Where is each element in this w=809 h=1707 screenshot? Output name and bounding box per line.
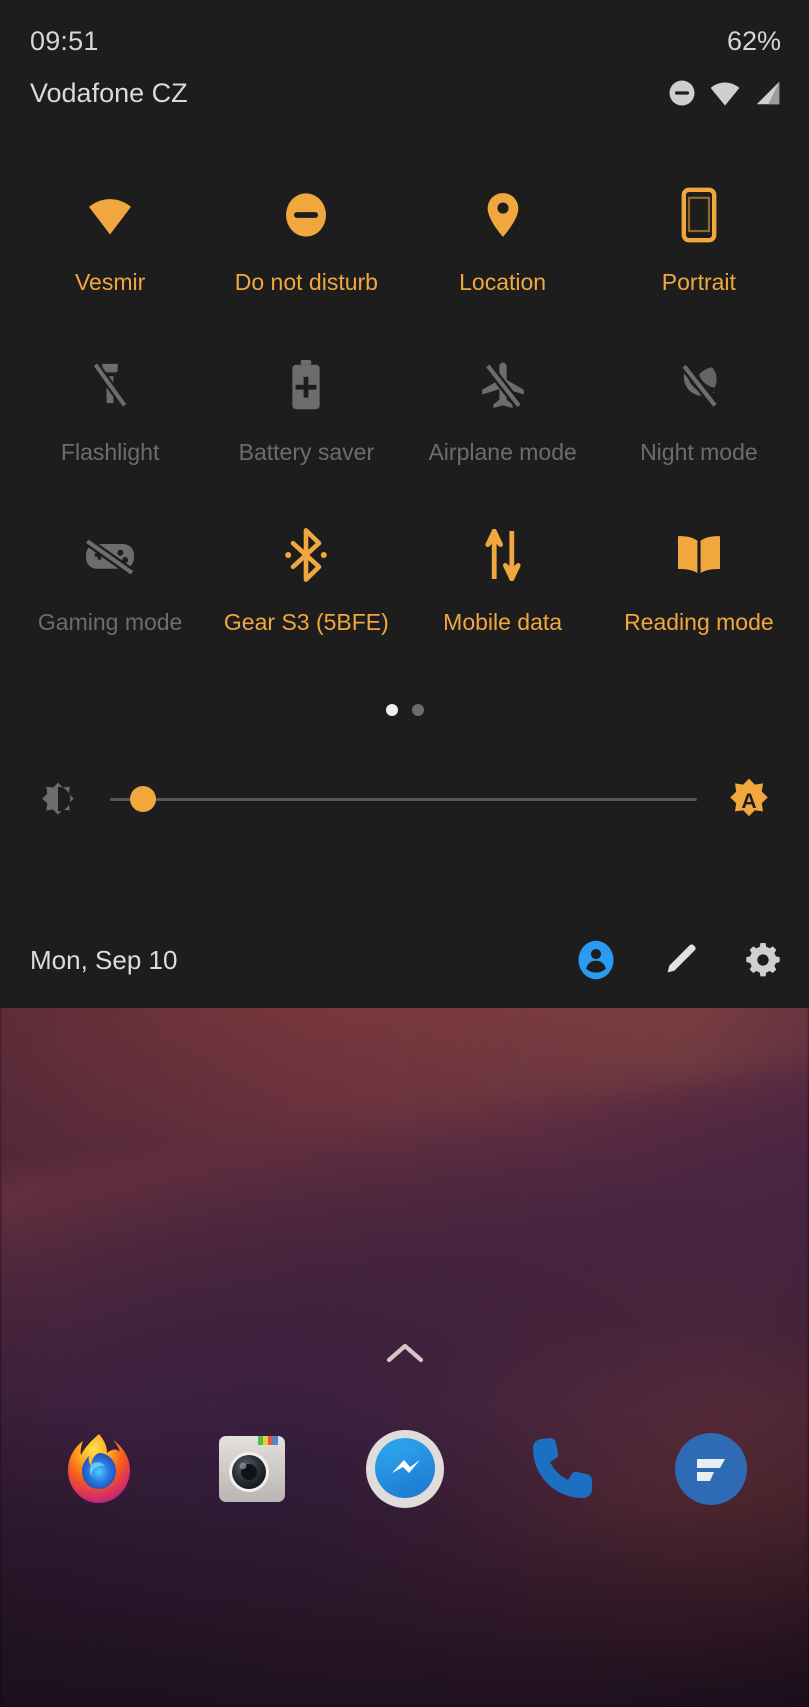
auto-brightness-icon[interactable]: A xyxy=(719,773,779,825)
data-arrows-icon xyxy=(481,526,525,584)
quick-settings-footer: Mon, Sep 10 xyxy=(0,912,809,1008)
rotation-phone-icon xyxy=(678,186,720,244)
brightness-slider-row: A xyxy=(0,764,809,834)
status-bar: 09:51 62% Vodafone CZ xyxy=(0,0,809,130)
dock xyxy=(0,1422,809,1516)
tile-label: Reading mode xyxy=(624,609,774,635)
tile-label: Night mode xyxy=(640,439,758,465)
status-bar-icons xyxy=(667,78,783,108)
brightness-slider[interactable] xyxy=(102,779,697,819)
tile-label: Do not disturb xyxy=(234,269,378,295)
tile-label: Airplane mode xyxy=(428,439,577,465)
airplane-off-icon xyxy=(477,356,529,414)
tile-location[interactable]: Location xyxy=(405,172,601,342)
tile-label: Gaming mode xyxy=(37,609,183,635)
wifi-icon xyxy=(710,82,740,106)
quick-settings-tiles: Vesmir Do not disturb Location Portrait … xyxy=(0,130,809,682)
signal-icon xyxy=(756,81,780,105)
tile-row: Vesmir Do not disturb Location Portrait xyxy=(12,172,797,342)
gamepad-off-icon xyxy=(82,526,138,584)
wifi-icon xyxy=(84,186,136,244)
flamingo-icon xyxy=(668,1426,754,1512)
qs-footer-actions xyxy=(575,939,783,981)
app-drawer-handle[interactable] xyxy=(0,1340,809,1366)
tile-reading-mode[interactable]: Reading mode xyxy=(601,512,797,682)
status-carrier-name: Vodafone CZ xyxy=(30,78,188,108)
status-battery-percent: 62% xyxy=(726,26,781,56)
do-not-disturb-icon xyxy=(281,186,331,244)
battery-plus-icon xyxy=(286,356,326,414)
svg-text:A: A xyxy=(741,790,756,813)
brightness-thumb[interactable] xyxy=(130,786,157,812)
brightness-track xyxy=(110,797,697,801)
user-avatar-icon[interactable] xyxy=(575,939,617,981)
camera-icon xyxy=(209,1426,295,1512)
flashlight-off-icon xyxy=(87,356,133,414)
open-book-icon xyxy=(672,526,726,584)
tile-label: Portrait xyxy=(661,269,736,295)
tile-mobile-data[interactable]: Mobile data xyxy=(405,512,601,682)
location-pin-icon xyxy=(480,186,526,244)
phone-icon xyxy=(515,1426,601,1512)
settings-gear-icon[interactable] xyxy=(743,940,783,980)
edit-pencil-icon[interactable] xyxy=(661,941,699,979)
moon-off-icon xyxy=(673,356,725,414)
phone-screen: 09:51 62% Vodafone CZ Vesmir Do not dist… xyxy=(0,0,809,1707)
tile-label: Battery saver xyxy=(238,439,375,465)
tile-label: Gear S3 (5BFE) xyxy=(223,609,389,635)
tile-row: Gaming mode Gear S3 (5BFE) Mobile data R… xyxy=(12,512,797,682)
tile-label: Mobile data xyxy=(443,609,563,635)
quick-settings-panel: 09:51 62% Vodafone CZ Vesmir Do not dist… xyxy=(0,0,809,1008)
chevron-up-icon xyxy=(386,1343,423,1363)
tile-gaming-mode[interactable]: Gaming mode xyxy=(12,512,208,682)
tile-row: Flashlight Battery saver Airplane mode N… xyxy=(12,342,797,512)
do-not-disturb-icon xyxy=(669,80,695,106)
status-clock: 09:51 xyxy=(30,26,99,56)
tile-bluetooth[interactable]: Gear S3 (5BFE) xyxy=(208,512,404,682)
qs-date-label: Mon, Sep 10 xyxy=(30,944,178,975)
dock-item-camera[interactable] xyxy=(205,1422,299,1516)
tile-night-mode[interactable]: Night mode xyxy=(601,342,797,512)
messenger-icon xyxy=(362,1426,448,1512)
dock-item-phone[interactable] xyxy=(511,1422,605,1516)
tile-do-not-disturb[interactable]: Do not disturb xyxy=(208,172,404,342)
tile-label: Flashlight xyxy=(60,439,160,465)
firefox-icon xyxy=(56,1426,142,1512)
dock-item-firefox[interactable] xyxy=(52,1422,146,1516)
page-dot-active[interactable] xyxy=(385,704,398,716)
dock-item-flamingo[interactable] xyxy=(664,1422,758,1516)
brightness-icon xyxy=(30,776,86,822)
page-dot[interactable] xyxy=(411,704,424,716)
tile-portrait[interactable]: Portrait xyxy=(601,172,797,342)
tile-label: Vesmir xyxy=(74,269,146,295)
dock-item-messenger[interactable] xyxy=(358,1422,452,1516)
tile-battery-saver[interactable]: Battery saver xyxy=(208,342,404,512)
tile-flashlight[interactable]: Flashlight xyxy=(12,342,208,512)
page-indicator[interactable] xyxy=(0,704,809,716)
tile-airplane-mode[interactable]: Airplane mode xyxy=(405,342,601,512)
bluetooth-icon xyxy=(285,526,328,584)
tile-label: Location xyxy=(459,269,547,295)
tile-wifi[interactable]: Vesmir xyxy=(12,172,208,342)
